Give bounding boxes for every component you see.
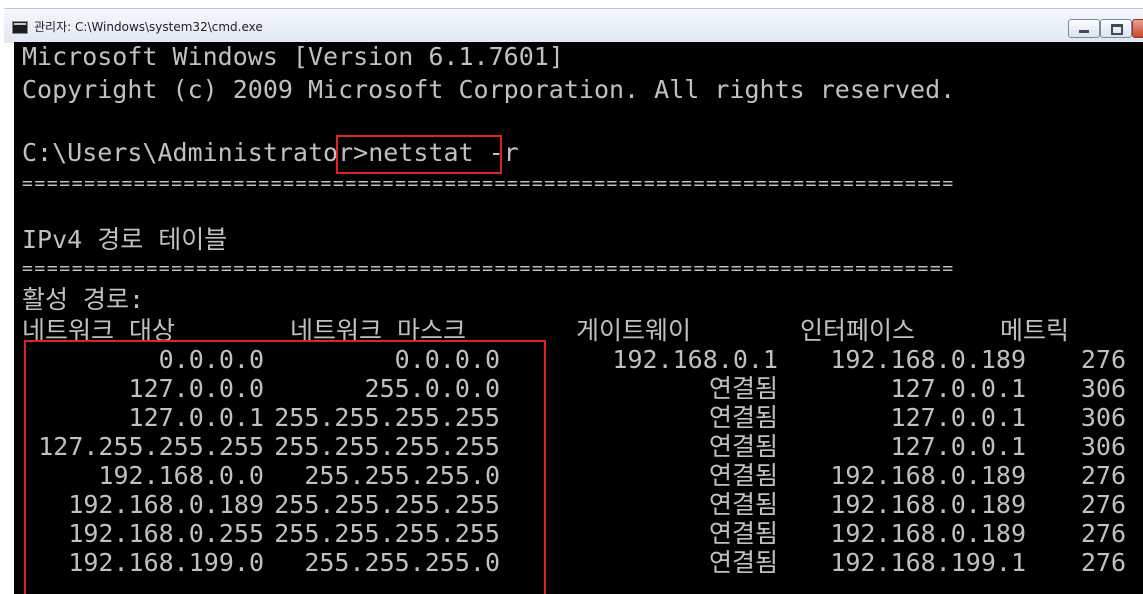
row-metric: 306 bbox=[1080, 374, 1126, 403]
row-gateway: 연결됨 bbox=[708, 548, 778, 577]
maximize-button[interactable] bbox=[1100, 19, 1132, 38]
title-bar[interactable]: 관리자: C:\Windows\system32\cmd.exe bbox=[4, 8, 1143, 43]
row-metric: 306 bbox=[1080, 432, 1126, 461]
routes-highlight-box bbox=[24, 340, 546, 594]
cmd-window: 관리자: C:\Windows\system32\cmd.exe Microso… bbox=[0, 0, 1143, 594]
row-gateway: 연결됨 bbox=[708, 461, 778, 490]
row-gateway: 연결됨 bbox=[708, 403, 778, 432]
row-gateway: 연결됨 bbox=[708, 519, 778, 548]
window-title: 관리자: C:\Windows\system32\cmd.exe bbox=[34, 20, 263, 34]
row-interface: 127.0.0.1 bbox=[890, 403, 1026, 432]
row-interface: 127.0.0.1 bbox=[890, 374, 1026, 403]
active-routes-label: 활성 경로: bbox=[22, 285, 145, 314]
row-interface: 192.168.0.189 bbox=[830, 519, 1026, 548]
prompt: C:\Users\Administrator> bbox=[22, 138, 369, 167]
row-gateway: 연결됨 bbox=[708, 432, 778, 461]
console-app-icon[interactable] bbox=[12, 21, 28, 34]
console-line: Microsoft Windows [Version 6.1.7601] bbox=[22, 42, 564, 71]
console-output[interactable]: Microsoft Windows [Version 6.1.7601] Cop… bbox=[14, 42, 1143, 594]
separator-line: ========================================… bbox=[22, 258, 955, 279]
row-gateway: 192.168.0.1 bbox=[612, 345, 778, 374]
header-gateway: 게이트웨이 bbox=[576, 316, 692, 345]
command-highlight-box bbox=[336, 135, 502, 174]
row-metric: 276 bbox=[1080, 490, 1126, 519]
row-metric: 306 bbox=[1080, 403, 1126, 432]
row-gateway: 연결됨 bbox=[708, 374, 778, 403]
header-interface: 인터페이스 bbox=[800, 316, 916, 345]
console-line: Copyright (c) 2009 Microsoft Corporation… bbox=[22, 75, 956, 104]
row-metric: 276 bbox=[1080, 461, 1126, 490]
row-metric: 276 bbox=[1080, 345, 1126, 374]
row-metric: 276 bbox=[1080, 548, 1126, 577]
minimize-button[interactable] bbox=[1068, 19, 1100, 38]
row-metric: 276 bbox=[1080, 519, 1126, 548]
row-interface: 127.0.0.1 bbox=[890, 432, 1026, 461]
row-interface: 192.168.0.189 bbox=[830, 345, 1026, 374]
section-title: IPv4 경로 테이블 bbox=[22, 225, 228, 254]
row-interface: 192.168.0.189 bbox=[830, 490, 1026, 519]
row-gateway: 연결됨 bbox=[708, 490, 778, 519]
close-button[interactable] bbox=[1132, 19, 1143, 38]
row-interface: 192.168.199.1 bbox=[830, 548, 1026, 577]
row-interface: 192.168.0.189 bbox=[830, 461, 1026, 490]
header-metric: 메트릭 bbox=[1000, 316, 1070, 345]
